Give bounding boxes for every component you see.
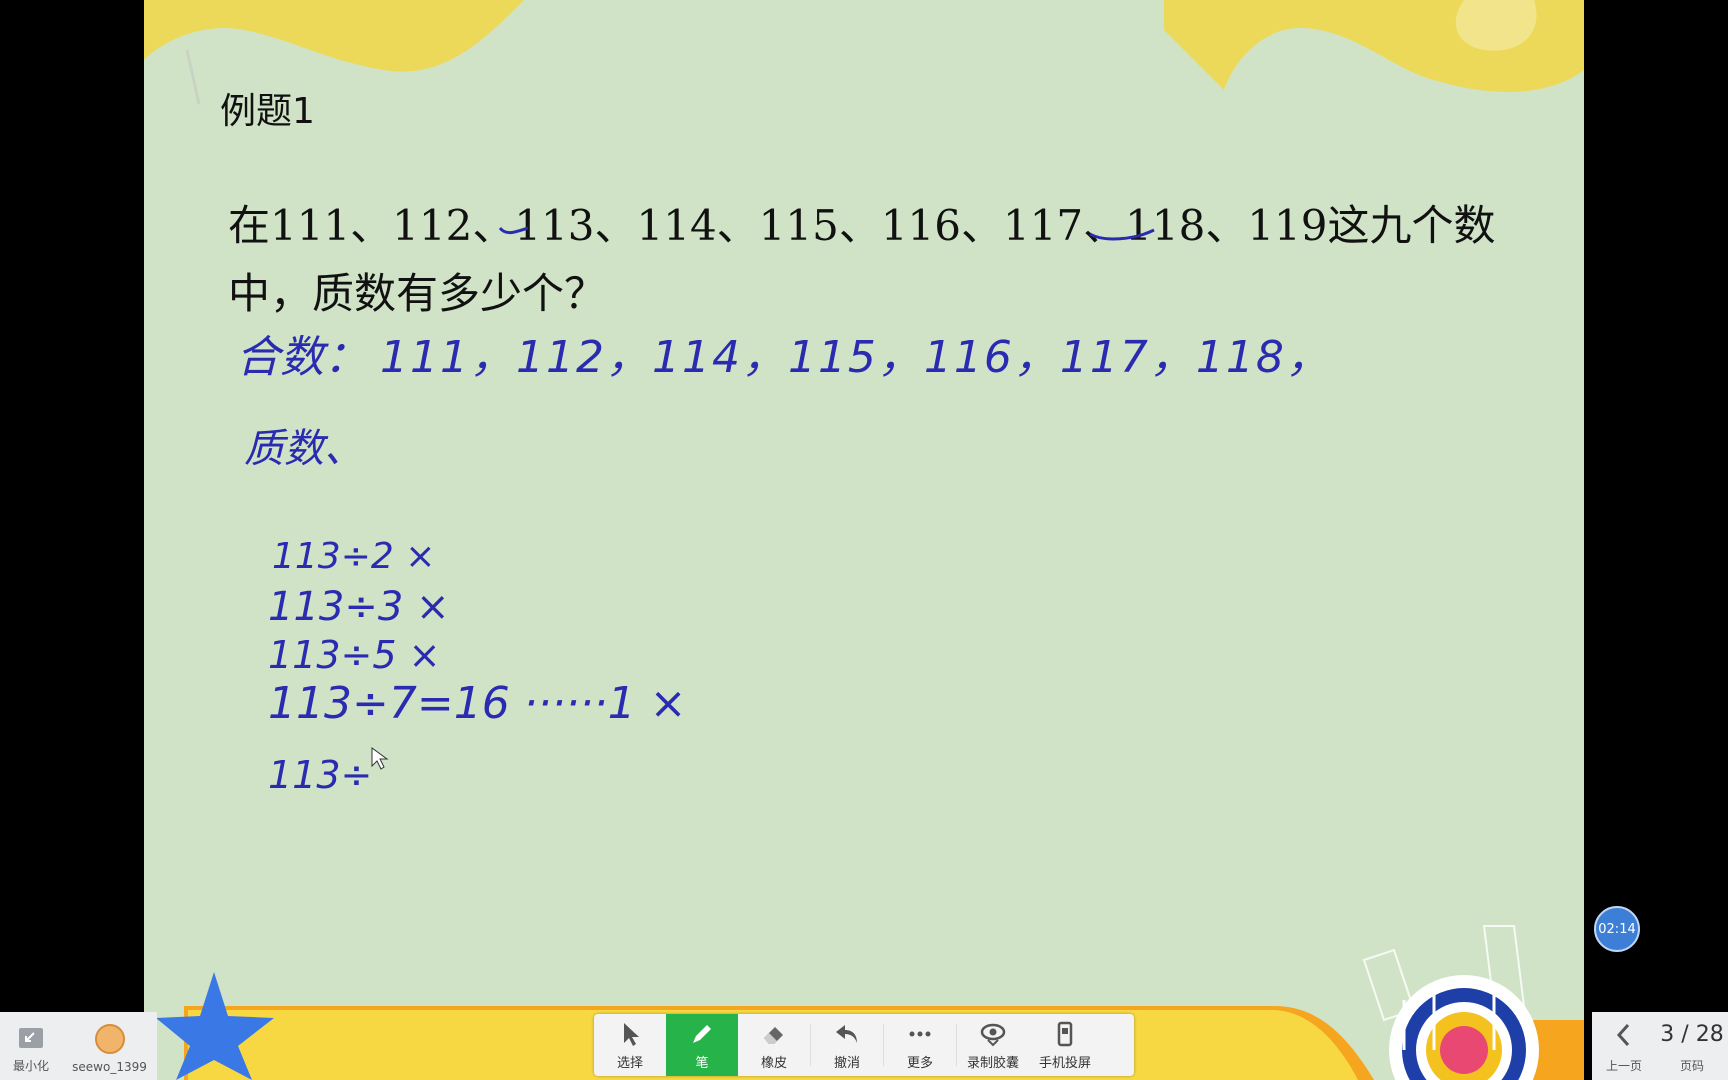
decoration-top-right bbox=[1164, 0, 1584, 92]
handwriting-prime-label: 质数、 bbox=[244, 426, 364, 472]
handwriting-composite-label: 合数： bbox=[236, 332, 368, 383]
left-dock: 最小化 seewo_1399 bbox=[0, 1012, 157, 1080]
undo-icon bbox=[836, 1024, 857, 1043]
handwriting-work-1: 113÷2 × bbox=[272, 536, 435, 577]
question-line-2: 中，质数有多少个？ bbox=[228, 269, 607, 318]
phone-cast-icon bbox=[1057, 1021, 1073, 1046]
previous-page-button[interactable]: 上一页 bbox=[1592, 1012, 1656, 1080]
minimize-label: 最小化 bbox=[12, 1059, 49, 1073]
handwriting-work-4: 113÷7=16 ······1 × bbox=[268, 678, 686, 729]
page-number: 3 / 28 bbox=[1660, 1022, 1724, 1047]
phone-cast-button[interactable]: 手机投屏 bbox=[1029, 1014, 1101, 1076]
cursor-icon bbox=[624, 1022, 639, 1046]
select-tool-button[interactable]: 选择 bbox=[594, 1014, 666, 1076]
pencil-decoration bbox=[185, 49, 201, 105]
eraser-tool-button[interactable]: 橡皮 bbox=[738, 1014, 810, 1076]
user-button[interactable]: seewo_1399 bbox=[62, 1012, 157, 1080]
undo-label: 撤消 bbox=[833, 1055, 860, 1071]
select-tool-label: 选择 bbox=[616, 1055, 643, 1071]
undo-button[interactable]: 撤消 bbox=[811, 1014, 883, 1076]
phone-cast-label: 手机投屏 bbox=[1038, 1055, 1091, 1071]
chevron-left-icon bbox=[1616, 1023, 1630, 1047]
minimize-button[interactable]: 最小化 bbox=[0, 1012, 62, 1080]
handwriting-layer: 合数： 111，112，114，115，116，117，118， 质数、 113… bbox=[236, 226, 1332, 797]
timer-badge[interactable]: 02:14 bbox=[1594, 906, 1640, 952]
eraser-icon bbox=[764, 1026, 783, 1044]
more-icon bbox=[909, 1031, 931, 1036]
more-label: 更多 bbox=[906, 1055, 933, 1071]
user-label: seewo_1399 bbox=[72, 1060, 147, 1074]
handwriting-composite-values: 111，112，114，115，116，117，118， bbox=[380, 332, 1332, 383]
eraser-tool-label: 橡皮 bbox=[760, 1055, 787, 1071]
mouse-cursor-icon bbox=[371, 747, 389, 770]
slide-canvas[interactable]: 例题1 在111、112、113、114、115、116、117、118、119… bbox=[144, 0, 1584, 1080]
record-icon bbox=[980, 1023, 1006, 1046]
pen-tool-label: 笔 bbox=[695, 1055, 709, 1071]
bottom-toolbar: 选择 笔 橡皮 撤消 更多 录制胶囊 手机投屏 bbox=[594, 1014, 1134, 1076]
pager-dock: 上一页 3 / 28 页码 bbox=[1592, 1012, 1728, 1080]
star-decoration bbox=[156, 972, 274, 1080]
previous-page-label: 上一页 bbox=[1605, 1059, 1642, 1073]
record-capsule-label: 录制胶囊 bbox=[966, 1055, 1019, 1071]
page-number-button[interactable]: 3 / 28 页码 bbox=[1656, 1012, 1728, 1080]
handwriting-work-2: 113÷3 × bbox=[268, 584, 450, 630]
more-button[interactable]: 更多 bbox=[884, 1014, 956, 1076]
handwriting-work-3: 113÷5 × bbox=[268, 633, 440, 677]
question-line-1: 在111、112、113、114、115、116、117、118、119这九个数 bbox=[228, 201, 1496, 250]
handwriting-work-5: 113÷ bbox=[268, 753, 372, 797]
minimize-icon bbox=[19, 1028, 43, 1048]
record-capsule-button[interactable]: 录制胶囊 bbox=[957, 1014, 1029, 1076]
pen-tool-button[interactable]: 笔 bbox=[666, 1014, 738, 1076]
slide-title: 例题1 bbox=[220, 91, 315, 132]
page-number-label: 页码 bbox=[1679, 1059, 1704, 1073]
avatar bbox=[94, 1024, 125, 1054]
rainbow-decoration bbox=[1362, 925, 1539, 1080]
pen-icon bbox=[693, 1024, 711, 1043]
